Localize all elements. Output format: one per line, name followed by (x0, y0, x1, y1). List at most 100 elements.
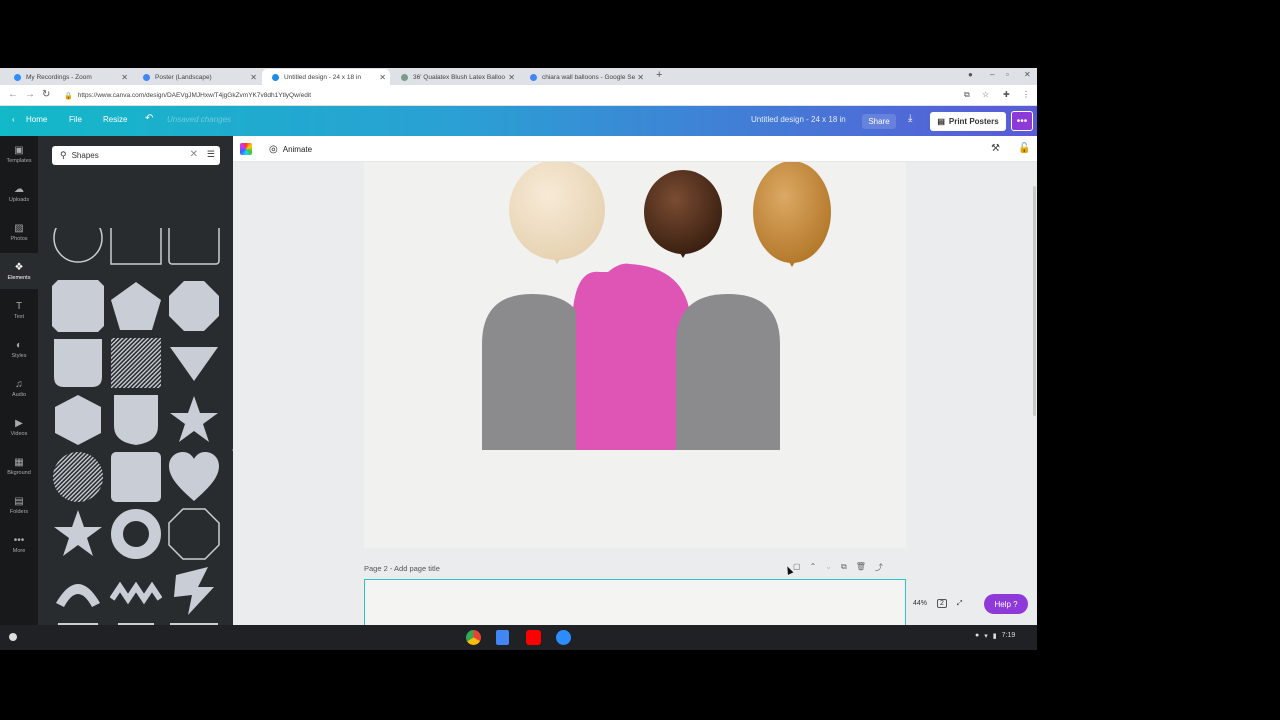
tab-zoom-recordings[interactable]: My Recordings - Zoom ✕ (4, 69, 132, 85)
shape-zigzag[interactable] (110, 565, 162, 617)
design-page-2[interactable] (364, 579, 906, 625)
back-icon[interactable]: ← (8, 89, 18, 100)
shape-heart[interactable] (168, 451, 220, 503)
rail-item-photos[interactable]: ▨ Photos (0, 214, 38, 250)
shape-shield-rounded[interactable] (52, 337, 104, 389)
rail-item-elements[interactable]: ❖ Elements (0, 253, 38, 289)
move-page-down-icon[interactable]: ⌄ (825, 562, 832, 573)
launcher-icon[interactable] (9, 633, 17, 641)
design-page-1[interactable] (364, 162, 906, 548)
home-button[interactable]: Home (26, 115, 47, 124)
animate-button[interactable]: ◎ Animate (269, 144, 312, 155)
close-window-icon[interactable]: ✕ (1024, 70, 1031, 79)
page-2-tools: ▢ ⌃ ⌄ ⧉ 🗑 ⤴ (793, 562, 883, 573)
close-tab-icon[interactable]: ✕ (250, 73, 257, 82)
shape-octagon-cut[interactable] (52, 280, 104, 332)
maximize-icon[interactable]: ▫ (1006, 70, 1009, 79)
youtube-app-icon[interactable] (526, 630, 541, 645)
rail-item-background[interactable]: ▦ Bkground (0, 448, 38, 484)
zoom-level[interactable]: 44% (913, 600, 927, 607)
shape-hatched-square[interactable] (110, 337, 162, 389)
bookmark-star-icon[interactable]: ☆ (982, 90, 989, 99)
page-2-title[interactable]: Page 2 - Add page title (364, 564, 440, 573)
open-in-new-icon[interactable]: ⧉ (964, 90, 970, 100)
print-posters-button[interactable]: ▤ Print Posters (930, 112, 1006, 131)
minimize-icon[interactable]: – (990, 70, 994, 79)
chrome-app-icon[interactable] (466, 630, 481, 645)
docs-app-icon[interactable] (496, 630, 509, 645)
shape-square-outline[interactable] (110, 228, 162, 280)
rail-item-videos[interactable]: ▶ Videos (0, 409, 38, 445)
rail-item-more[interactable]: ••• More (0, 526, 38, 562)
lock-icon[interactable]: 🔓 (1018, 143, 1030, 154)
fullscreen-icon[interactable]: ⤢ (957, 600, 963, 608)
shape-triangle-down[interactable] (168, 337, 220, 389)
close-tab-icon[interactable]: ✕ (508, 73, 515, 82)
arch-grey-right[interactable] (676, 294, 780, 450)
balloon-chocolate[interactable] (644, 170, 722, 258)
shape-star[interactable] (168, 394, 220, 446)
extensions-icon[interactable]: ✚ (1003, 90, 1010, 99)
more-options-button[interactable]: ••• (1011, 111, 1033, 131)
arch-grey-left[interactable] (482, 294, 586, 450)
arch-pink[interactable] (572, 263, 692, 450)
url-field[interactable]: 🔒 https://www.canva.com/design/DAEVgJMJH… (64, 89, 954, 102)
shape-hexagon[interactable] (52, 394, 104, 446)
url-text: https://www.canva.com/design/DAEVgJMJHxw… (77, 92, 312, 99)
tab-poster-landscape[interactable]: Poster (Landscape) ✕ (133, 69, 261, 85)
shape-rounded-square-outline[interactable] (168, 228, 220, 280)
shape-pentagon[interactable] (110, 280, 162, 332)
clear-search-icon[interactable]: ✕ (190, 149, 198, 160)
resize-button[interactable]: Resize (103, 115, 127, 124)
shape-star-alt[interactable] (52, 508, 104, 560)
page-count-badge[interactable]: 2 (937, 599, 947, 608)
shape-hatched-circle[interactable] (52, 451, 104, 503)
close-tab-icon[interactable]: ✕ (637, 73, 644, 82)
shape-shield[interactable] (110, 394, 162, 446)
shape-lightning-bolt[interactable] (168, 565, 220, 617)
paint-roller-icon[interactable]: ⚒ (991, 143, 1000, 154)
forward-icon[interactable]: → (25, 89, 35, 100)
design-title[interactable]: Untitled design - 24 x 18 in (751, 115, 846, 124)
add-page-icon[interactable]: ⤴ (875, 562, 883, 573)
shape-circle-outline[interactable] (52, 228, 104, 280)
search-input[interactable]: ⚲ Shapes ✕ ☰ (52, 146, 220, 165)
rail-item-templates[interactable]: ▣ Templates (0, 136, 38, 172)
chevron-left-icon[interactable]: ‹ (12, 115, 15, 124)
duplicate-page-icon[interactable]: ⧉ (841, 562, 847, 573)
shape-octagon-outline[interactable] (168, 508, 220, 560)
rail-item-folders[interactable]: ▤ Folders (0, 487, 38, 523)
filter-icon[interactable]: ☰ (207, 149, 215, 160)
undo-icon[interactable]: ↶ (145, 113, 153, 124)
share-button[interactable]: Share (862, 114, 896, 129)
file-menu-button[interactable]: File (69, 115, 82, 124)
tab-qualatex-balloons[interactable]: 36' Qualatex Blush Latex Balloo ✕ (391, 69, 519, 85)
system-tray[interactable]: ● ▾ ▮ 7:19 (975, 632, 1015, 640)
help-button[interactable]: Help ? (984, 594, 1028, 614)
delete-page-icon[interactable]: 🗑 (856, 562, 866, 573)
shape-octagon[interactable] (168, 280, 220, 332)
zoom-app-icon[interactable] (556, 630, 571, 645)
color-picker-button[interactable] (240, 143, 252, 155)
browser-menu-icon[interactable]: ⋮ (1022, 90, 1030, 99)
balloon-caramel[interactable] (753, 162, 831, 267)
tab-untitled-design[interactable]: Untitled design - 24 x 18 in ✕ (262, 69, 390, 85)
new-tab-button[interactable]: + (656, 69, 662, 81)
close-tab-icon[interactable]: ✕ (379, 73, 386, 82)
shape-ring[interactable] (110, 508, 162, 560)
download-icon[interactable]: ⤓ (908, 113, 912, 124)
account-icon[interactable]: ● (968, 70, 973, 79)
vertical-scrollbar[interactable] (1033, 186, 1036, 416)
balloon-cream[interactable] (509, 162, 605, 264)
rail-item-styles[interactable]: ◐ Styles (0, 331, 38, 367)
close-tab-icon[interactable]: ✕ (121, 73, 128, 82)
shape-arc[interactable] (52, 565, 104, 617)
page-notes-icon[interactable]: ▢ (793, 562, 801, 573)
rail-item-audio[interactable]: ♫ Audio (0, 370, 38, 406)
move-page-up-icon[interactable]: ⌃ (810, 562, 817, 573)
reload-icon[interactable]: ↻ (42, 89, 50, 100)
tab-google-search[interactable]: chiara wall balloons - Google Se ✕ (520, 69, 648, 85)
rail-item-text[interactable]: T Text (0, 292, 38, 328)
rail-item-uploads[interactable]: ☁ Uploads (0, 175, 38, 211)
shape-rounded-square[interactable] (110, 451, 162, 503)
